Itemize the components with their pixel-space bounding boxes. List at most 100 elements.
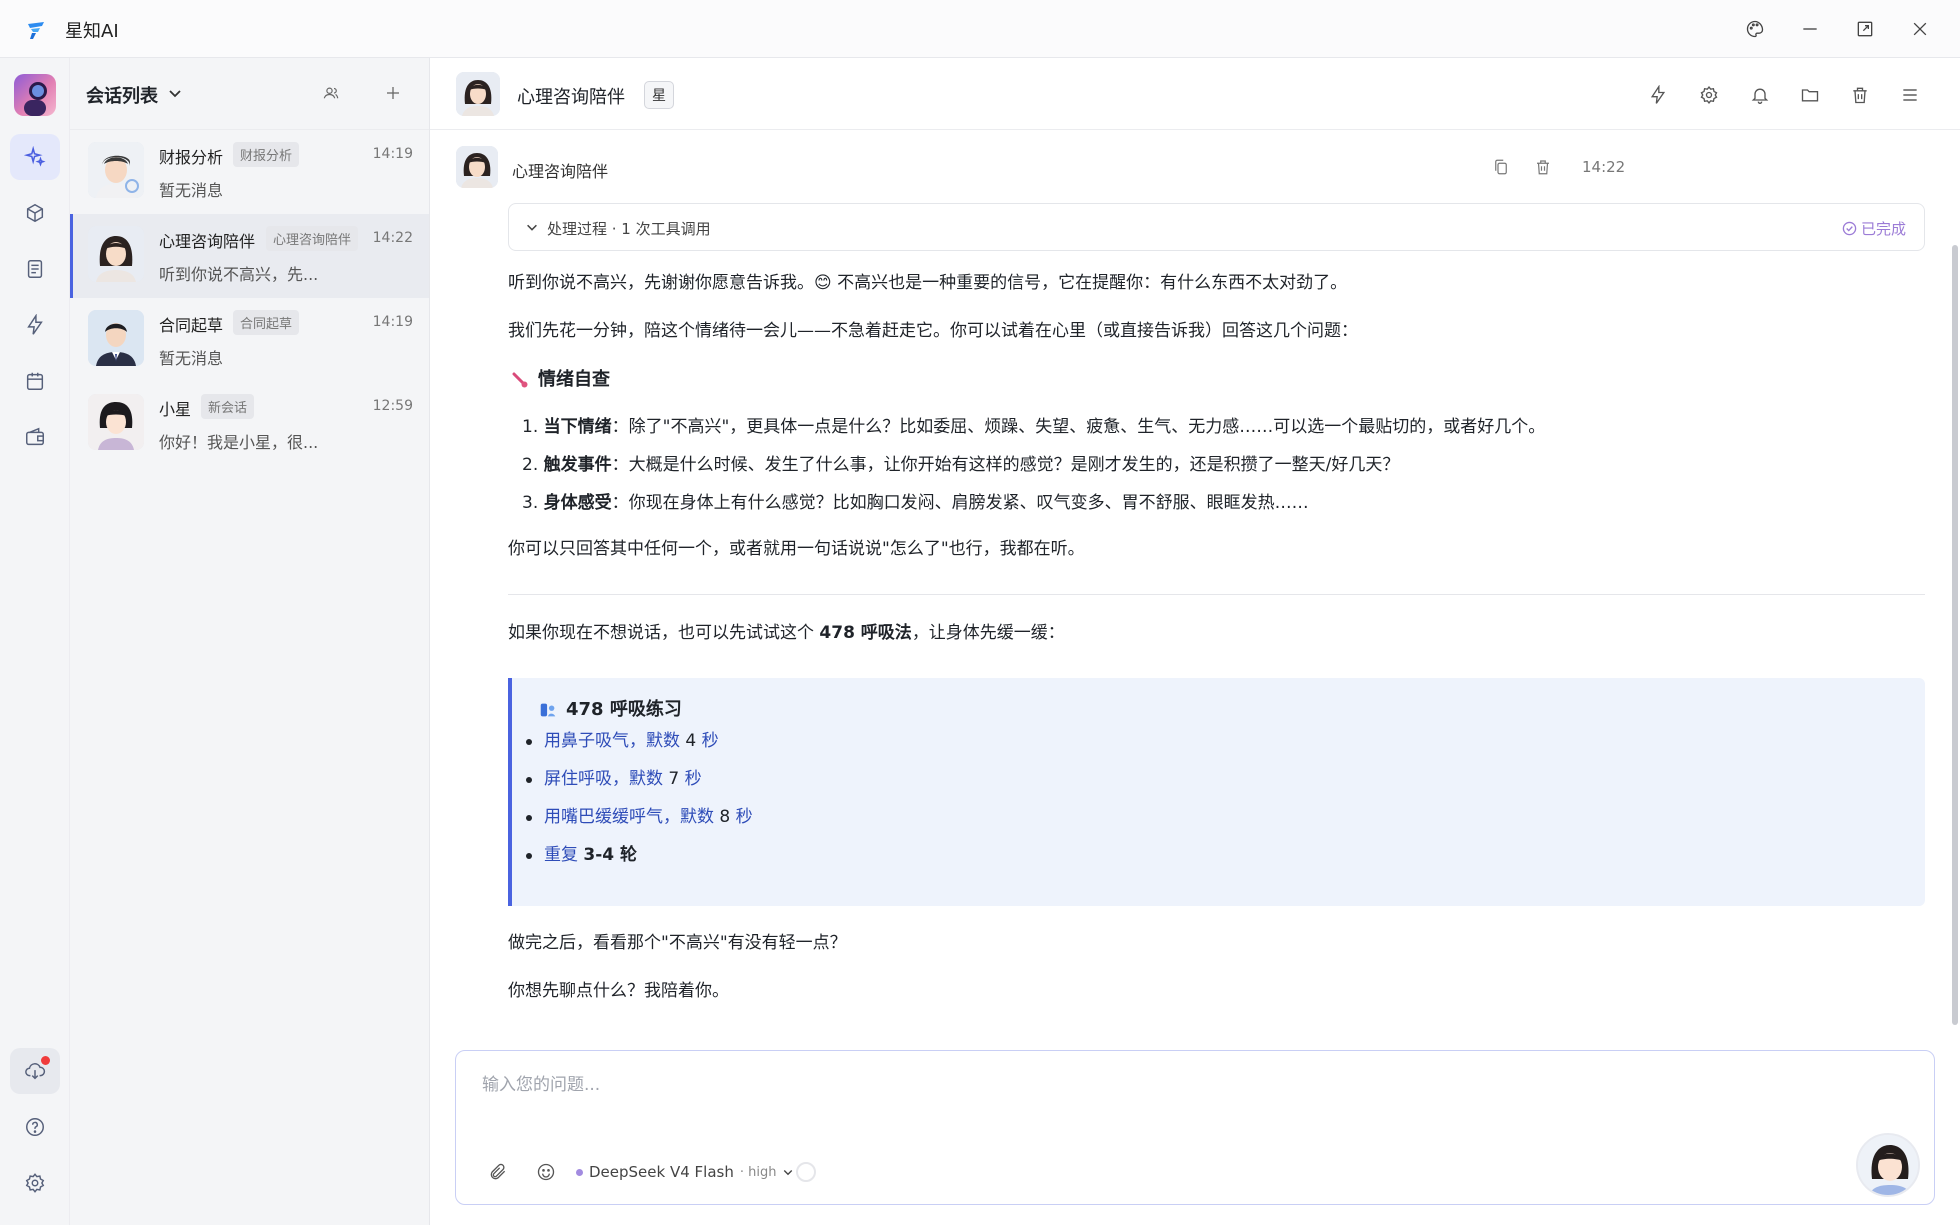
message-composer: DeepSeek V4 Flash · high [455,1050,1935,1205]
section-heading-text: 情绪自查 [538,369,610,390]
model-name: DeepSeek V4 Flash [589,1163,734,1181]
avatar [88,142,144,198]
rail-models-button[interactable] [10,190,60,236]
session-time: 14:19 [372,146,413,162]
process-status: 已完成 [1842,218,1906,239]
list-item: 3. 身体感受：你现在身体上有什么感觉？比如胸口发闷、肩膀发紧、叹气变多、胃不舒… [522,493,1309,513]
list-item: 用嘴巴缓缓呼气，默数 8 秒 [526,804,753,831]
assistant-avatar[interactable] [1856,1133,1920,1197]
rail-chat-button[interactable] [10,134,60,180]
avatar[interactable] [456,72,500,116]
user-avatar[interactable] [14,74,56,116]
rail-flash-button[interactable] [10,302,60,348]
status-badge: 星 [644,81,674,109]
rail-wallet-button[interactable] [10,414,60,460]
contacts-icon[interactable] [318,80,344,106]
breathing-person-icon [540,704,556,717]
close-icon[interactable] [1905,14,1935,44]
rail-docs-button[interactable] [10,246,60,292]
paragraph: 我们先花一分钟，陪这个情绪待一会儿——不急着赶走它。你可以试着在心里（或直接告诉… [508,321,1358,341]
chevron-down-icon[interactable] [167,85,183,101]
minimize-icon[interactable] [1795,14,1825,44]
session-preview: 听到你说不高兴，先... [159,265,319,284]
session-list-title[interactable]: 会话列表 [86,82,158,108]
rail-calendar-button[interactable] [10,358,60,404]
app-logo-icon [28,22,44,39]
theme-palette-icon[interactable] [1740,14,1770,44]
help-icon[interactable] [10,1104,60,1150]
session-time: 14:22 [372,230,413,246]
list-item: 用鼻子吸气，默数 4 秒 [526,728,719,755]
message-sender: 心理咨询陪伴 [512,162,609,181]
session-list-header: 会话列表 [70,58,429,130]
paragraph: 你想先聊点什么？我陪着你。 [508,981,729,1001]
session-time: 14:19 [372,314,413,330]
process-status-text: 已完成 [1860,220,1906,238]
emoji-icon[interactable] [533,1159,559,1185]
paragraph: 听到你说不高兴，先谢谢你愿意告诉我。😊 不高兴也是一种重要的信号，它在提醒你：有… [508,273,1348,293]
session-list-panel: 会话列表 财报分析 财报分析 14:19 暂无消息 心理咨询陪伴 心理咨询陪伴 … [70,58,430,1225]
paragraph: 你可以只回答其中任何一个，或者就用一句话说说"怎么了"也行，我都在听。 [508,539,1085,559]
app-title: 星知AI [65,21,119,42]
session-preview: 暂无消息 [159,181,224,200]
notification-dot [41,1056,50,1065]
model-selector[interactable]: DeepSeek V4 Flash · high [576,1163,794,1181]
section-heading: 情绪自查 [510,366,610,395]
model-status-dot [576,1168,583,1176]
session-item[interactable]: 财报分析 财报分析 14:19 暂无消息 [70,130,429,214]
check-circle-icon [1842,221,1857,236]
session-time: 12:59 [372,398,413,414]
session-name: 合同起草 [159,316,224,335]
settings-gear-icon[interactable] [1696,82,1722,108]
list-item: 屏住呼吸，默数 7 秒 [526,766,702,793]
session-name: 心理咨询陪伴 [159,232,256,251]
maximize-icon[interactable] [1850,14,1880,44]
avatar [88,226,144,282]
menu-icon[interactable] [1897,82,1923,108]
block-heading-text: 478 呼吸练习 [566,699,682,720]
session-tag: 心理咨询陪伴 [266,226,359,251]
chat-header: 心理咨询陪伴 星 [430,58,1960,130]
session-tag: 新会话 [201,394,255,419]
session-preview: 你好！我是小星，很... [159,433,319,452]
session-item[interactable]: 合同起草 合同起草 14:19 暂无消息 [70,298,429,382]
folder-icon[interactable] [1797,82,1823,108]
list-item: 重复 3-4 轮 [525,842,637,869]
list-item: 2. 触发事件：大概是什么时候、发生了什么事，让你开始有这样的感觉？是刚才发生的… [522,455,1400,475]
session-item[interactable]: 小星 新会话 12:59 你好！我是小星，很... [70,382,429,466]
copy-icon[interactable] [1488,154,1514,180]
message-input[interactable] [482,1065,1782,1105]
trash-icon[interactable] [1530,154,1556,180]
chat-title: 心理咨询陪伴 [517,87,625,108]
chevron-down-icon[interactable] [525,220,539,234]
paragraph: 做完之后，看看那个"不高兴"有没有轻一点？ [508,933,847,953]
flash-icon[interactable] [1645,82,1671,108]
list-item: 1. 当下情绪：除了"不高兴"，更具体一点是什么？比如委屈、烦躁、失望、疲惫、生… [522,417,1546,437]
avatar [88,310,144,366]
block-heading: 478 呼吸练习 [538,696,682,725]
nav-rail [0,58,70,1225]
session-preview: 暂无消息 [159,349,224,368]
session-tag: 合同起草 [233,310,300,335]
model-level: · high [739,1164,777,1180]
session-name: 小星 [159,400,192,419]
process-panel[interactable]: 处理过程 · 1 次工具调用 已完成 [508,203,1925,251]
attachment-icon[interactable] [485,1159,511,1185]
paragraph: 如果你现在不想说话，也可以先试试这个 478 呼吸法，让身体先缓一缓： [508,623,1065,643]
new-session-plus-icon[interactable] [380,80,406,106]
process-label: 处理过程 · 1 次工具调用 [547,220,711,238]
settings-gear-icon[interactable] [10,1160,60,1206]
session-tag: 财报分析 [233,142,300,167]
title-bar: 星知AI [0,0,1960,58]
scrollbar[interactable] [1952,245,1958,1025]
bell-icon[interactable] [1747,82,1773,108]
rail-download-button[interactable] [10,1048,60,1094]
trash-icon[interactable] [1847,82,1873,108]
session-item-active[interactable]: 心理咨询陪伴 心理咨询陪伴 14:22 听到你说不高兴，先... [70,214,429,298]
divider [508,594,1925,595]
message-time: 14:22 [1582,158,1626,176]
session-name: 财报分析 [159,148,224,167]
chevron-down-icon [784,1170,793,1176]
avatar [88,394,144,450]
thermometer-icon [512,372,528,388]
